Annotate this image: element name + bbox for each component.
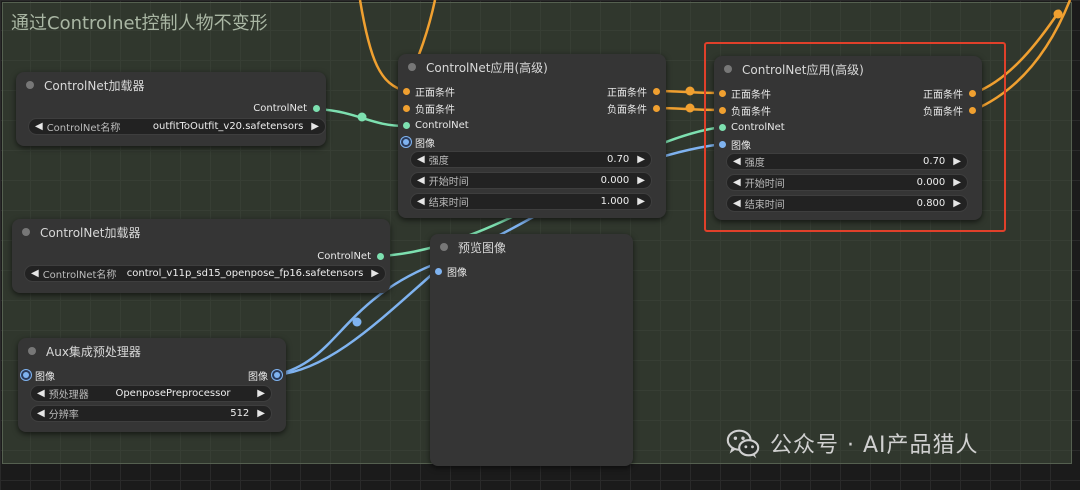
input-port[interactable] [403, 104, 410, 112]
decrement-arrow[interactable]: ◀ [417, 196, 425, 207]
input-image[interactable]: 图像 [403, 134, 435, 150]
node-collapse-dot[interactable] [22, 228, 30, 236]
increment-arrow[interactable]: ▶ [637, 154, 645, 165]
widget-value: 512 [230, 408, 250, 419]
widget-value: outfitToOutfit_v20.safetensors [152, 121, 304, 132]
widget-value: 0.000 [600, 175, 630, 186]
port-label: 负面条件 [607, 104, 647, 116]
port-label: 图像 [35, 371, 55, 383]
input-image[interactable]: 图像 [23, 367, 55, 383]
output-port[interactable] [313, 104, 320, 112]
decrement-arrow[interactable]: ◀ [417, 175, 425, 186]
node-title: 预览图像 [458, 240, 507, 255]
node-collapse-dot[interactable] [408, 63, 416, 71]
combo-left-arrow[interactable]: ◀ [37, 388, 45, 399]
port-label: 负面条件 [415, 104, 455, 116]
widget-value: 0.70 [607, 154, 630, 165]
combo-right-arrow[interactable]: ▶ [371, 268, 379, 279]
output-port[interactable] [653, 87, 660, 95]
output-controlnet[interactable]: ControlNet [317, 248, 384, 264]
input-controlnet[interactable]: ControlNet [403, 117, 469, 133]
output-port[interactable] [653, 104, 660, 112]
strength-slider[interactable]: ◀ 强度 0.70 ▶ [410, 151, 652, 168]
port-label: ControlNet [317, 250, 371, 262]
start-percent-slider[interactable]: ◀ 开始时间 0.000 ▶ [410, 172, 652, 189]
wechat-icon [726, 429, 760, 459]
preview-image-node[interactable]: 预览图像 图像 [430, 234, 633, 466]
controlnet-apply-node-1[interactable]: ControlNet应用(高级) 正面条件 负面条件 ControlNet 图像… [398, 54, 666, 218]
port-label: 正面条件 [607, 87, 647, 99]
widget-value: OpenposePreprocessor [115, 388, 231, 399]
port-label: ControlNet [253, 102, 307, 114]
output-positive[interactable]: 正面条件 [607, 83, 660, 99]
combo-right-arrow[interactable]: ▶ [311, 121, 319, 132]
output-negative[interactable]: 负面条件 [607, 100, 660, 116]
controlnet-loader-node-1[interactable]: ControlNet加载器 ControlNet ◀ ControlNet名称 … [16, 72, 326, 146]
input-port[interactable] [403, 139, 409, 145]
combo-right-arrow[interactable]: ▶ [257, 388, 265, 399]
port-label: ControlNet [415, 119, 469, 131]
input-positive[interactable]: 正面条件 [403, 83, 455, 99]
node-title: ControlNet加载器 [44, 78, 145, 93]
controlnet-name-combo[interactable]: ◀ ControlNet名称 outfitToOutfit_v20.safete… [28, 118, 326, 135]
output-port[interactable] [274, 372, 280, 378]
end-percent-slider[interactable]: ◀ 结束时间 1.000 ▶ [410, 193, 652, 210]
widget-value: 1.000 [600, 196, 630, 207]
port-label: 正面条件 [415, 87, 455, 99]
increment-arrow[interactable]: ▶ [637, 196, 645, 207]
node-collapse-dot[interactable] [440, 243, 448, 251]
widget-label: 开始时间 [428, 177, 469, 188]
input-port[interactable] [23, 372, 29, 378]
input-port[interactable] [435, 267, 442, 275]
node-collapse-dot[interactable] [28, 347, 36, 355]
preprocessor-combo[interactable]: ◀ 预处理器 OpenposePreprocessor ▶ [30, 385, 272, 402]
controlnet-loader-node-2[interactable]: ControlNet加载器 ControlNet ◀ ControlNet名称 … [12, 219, 390, 293]
port-label: 图像 [447, 267, 467, 279]
node-collapse-dot[interactable] [26, 81, 34, 89]
widget-label: 强度 [428, 156, 449, 167]
resolution-slider[interactable]: ◀ 分辨率 512 ▶ [30, 405, 272, 422]
port-label: 图像 [248, 371, 268, 383]
node-title: Aux集成预处理器 [46, 344, 141, 359]
controlnet-name-combo[interactable]: ◀ ControlNet名称 control_v11p_sd15_openpos… [24, 265, 386, 282]
widget-label: ControlNet名称 [42, 270, 117, 281]
output-image[interactable]: 图像 [248, 367, 280, 383]
input-image[interactable]: 图像 [435, 263, 467, 279]
input-port[interactable] [403, 87, 410, 95]
output-port[interactable] [377, 252, 384, 260]
watermark-text: 公众号 · AI产品猎人 [770, 433, 979, 458]
combo-left-arrow[interactable]: ◀ [35, 121, 43, 132]
watermark: 公众号 · AI产品猎人 [724, 424, 979, 462]
increment-arrow[interactable]: ▶ [257, 408, 265, 419]
widget-label: ControlNet名称 [46, 123, 121, 134]
widget-label: 结束时间 [428, 198, 469, 209]
widget-label: 预处理器 [48, 390, 89, 401]
widget-label: 分辨率 [48, 410, 79, 421]
output-controlnet[interactable]: ControlNet [253, 100, 320, 116]
aux-preprocessor-node[interactable]: Aux集成预处理器 图像 图像 ◀ 预处理器 OpenposePreproces… [18, 338, 286, 432]
node-title: ControlNet加载器 [40, 225, 141, 240]
group-title: 通过Controlnet控制人物不变形 [11, 13, 268, 34]
widget-value: control_v11p_sd15_openpose_fp16.safetens… [126, 268, 364, 279]
node-title: ControlNet应用(高级) [426, 60, 548, 75]
input-negative[interactable]: 负面条件 [403, 100, 455, 116]
increment-arrow[interactable]: ▶ [637, 175, 645, 186]
decrement-arrow[interactable]: ◀ [37, 408, 45, 419]
port-label: 图像 [415, 138, 435, 150]
input-port[interactable] [403, 121, 410, 129]
highlight-box [704, 42, 1006, 232]
combo-left-arrow[interactable]: ◀ [31, 268, 39, 279]
decrement-arrow[interactable]: ◀ [417, 154, 425, 165]
